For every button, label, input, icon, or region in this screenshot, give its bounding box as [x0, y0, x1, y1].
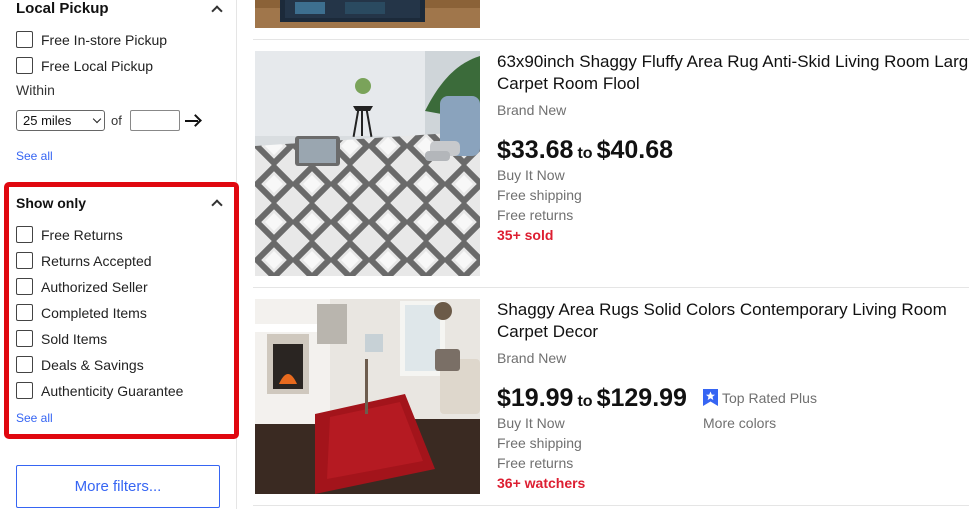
local-pickup-header[interactable]: Local Pickup	[16, 0, 222, 17]
checkbox[interactable]	[16, 31, 33, 48]
listing-shipping: Free shipping	[497, 435, 582, 451]
listing-title[interactable]: Shaggy Area Rugs Solid Colors Contempora…	[497, 299, 947, 343]
listing-image[interactable]	[255, 299, 480, 494]
listing-format: Buy It Now	[497, 167, 565, 183]
listing-divider	[253, 39, 969, 40]
top-rated-plus-badge: Top Rated Plus	[703, 389, 817, 406]
price-to: to	[577, 145, 593, 162]
arrow-right-icon[interactable]	[184, 113, 202, 129]
price-to: to	[577, 393, 593, 410]
listing-sold-count: 35+ sold	[497, 227, 554, 243]
listing-condition: Brand New	[497, 102, 567, 118]
distance-value: 25 miles	[23, 113, 72, 128]
distance-row: 25 miles of	[16, 110, 202, 131]
price-high: $129.99	[596, 384, 687, 412]
listing-title-line: 63x90inch Shaggy Fluffy Area Rug Anti-Sk…	[497, 52, 969, 71]
highlight-box	[4, 182, 239, 439]
listing-divider	[253, 287, 969, 288]
local-pickup-heading: Local Pickup	[16, 0, 109, 17]
distance-select[interactable]: 25 miles	[16, 110, 105, 131]
checkbox[interactable]	[16, 57, 33, 74]
listing-watchers: 36+ watchers	[497, 475, 586, 491]
listing-title[interactable]: 63x90inch Shaggy Fluffy Area Rug Anti-Sk…	[497, 51, 968, 95]
filter-sidebar: Local Pickup Free In-store Pickup Free L…	[0, 0, 239, 509]
within-label: Within	[16, 82, 55, 98]
price-high: $40.68	[596, 136, 674, 164]
local-pickup-see-all-link[interactable]: See all	[16, 149, 53, 163]
filter-free-local-pickup[interactable]: Free Local Pickup	[16, 57, 153, 74]
listing-condition: Brand New	[497, 350, 567, 366]
badge-label: Top Rated Plus	[722, 389, 817, 406]
more-filters-button[interactable]: More filters...	[16, 465, 220, 508]
listing-image[interactable]	[255, 51, 480, 276]
listing-returns: Free returns	[497, 207, 574, 223]
filter-label: Free Local Pickup	[41, 57, 154, 74]
listing-price: $19.99 to $129.99	[497, 384, 687, 413]
filter-free-instore-pickup[interactable]: Free In-store Pickup	[16, 31, 167, 48]
chevron-down-icon	[92, 114, 102, 124]
more-colors-text: More colors	[703, 415, 777, 431]
top-rated-badge-icon	[703, 389, 718, 406]
listing-image-previous[interactable]	[255, 0, 480, 28]
listing-format: Buy It Now	[497, 415, 565, 431]
listing-divider	[253, 505, 969, 506]
listing-title-line: Shaggy Area Rugs Solid Colors Contempora…	[497, 300, 947, 319]
zip-input[interactable]	[129, 110, 180, 131]
listing-title-line: Carpet Decor	[497, 322, 599, 341]
chevron-up-icon[interactable]	[212, 4, 222, 14]
price-low: $33.68	[497, 136, 574, 164]
of-label: of	[111, 113, 122, 128]
filter-label: Free In-store Pickup	[41, 31, 168, 48]
price-low: $19.99	[497, 384, 574, 412]
listing-price: $33.68 to $40.68	[497, 136, 673, 165]
listing-shipping: Free shipping	[497, 187, 582, 203]
listing-returns: Free returns	[497, 455, 574, 471]
listing-title-line: Carpet Room Flool	[497, 74, 640, 93]
